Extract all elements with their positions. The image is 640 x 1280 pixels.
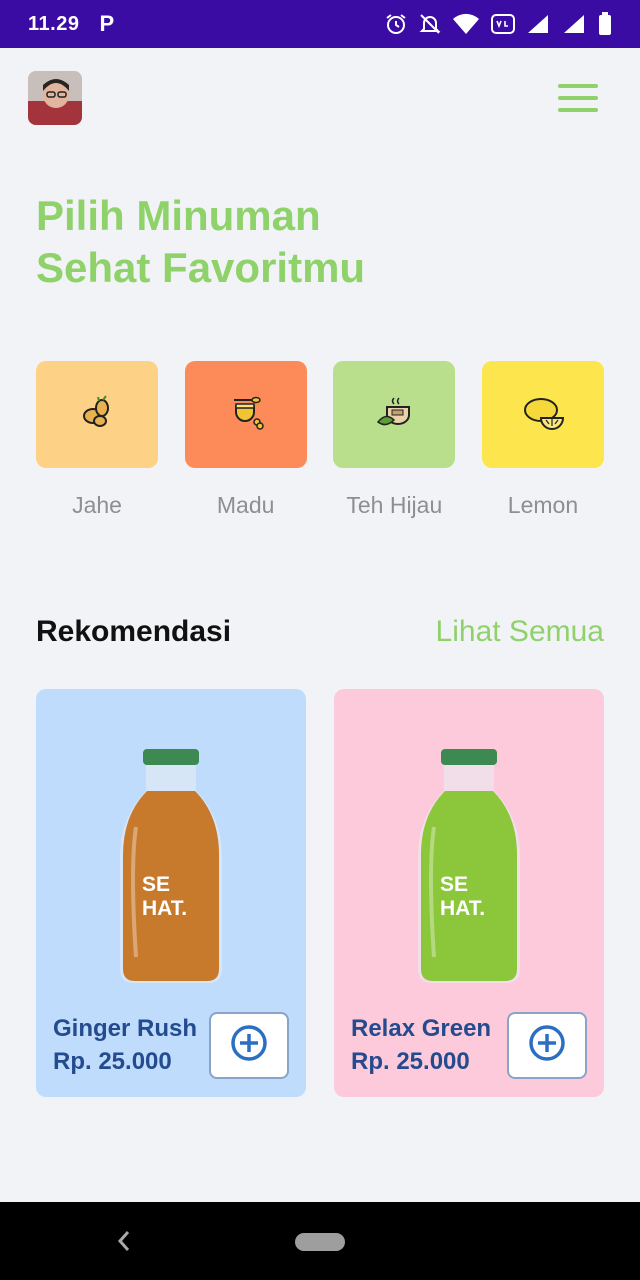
chevron-left-icon — [117, 1231, 130, 1251]
category-madu[interactable]: Madu — [184, 361, 307, 519]
bottle-brand-line-1: SE — [440, 873, 468, 896]
hamburger-menu-icon — [558, 84, 598, 88]
ginger-icon — [77, 392, 117, 437]
add-to-cart-button[interactable] — [209, 1012, 289, 1079]
product-card[interactable]: SE HAT. Ginger Rush Rp. 25.000 — [36, 689, 306, 1097]
see-all-link[interactable]: Lihat Semua — [436, 615, 604, 649]
page-title-line-2: Sehat Favoritmu — [36, 244, 366, 291]
alarm-icon — [384, 12, 408, 36]
plus-circle-icon — [230, 1024, 268, 1067]
category-tile-jahe[interactable] — [36, 361, 158, 468]
plus-circle-icon — [528, 1024, 566, 1067]
bottle-image: SE HAT. — [120, 749, 222, 983]
category-label: Teh Hijau — [346, 492, 443, 518]
menu-button[interactable] — [558, 84, 598, 112]
category-label: Jahe — [72, 492, 122, 518]
green-tea-icon — [374, 392, 414, 437]
status-bar: 11.29 P — [0, 0, 640, 48]
add-to-cart-button[interactable] — [507, 1012, 587, 1079]
home-button[interactable] — [295, 1233, 345, 1251]
product-card[interactable]: SE HAT. Relax Green Rp. 25.000 — [334, 689, 604, 1097]
back-button[interactable] — [112, 1228, 136, 1254]
product-price: Rp. 25.000 — [53, 1048, 172, 1075]
product-name: Relax Green — [351, 1015, 492, 1042]
category-list: Jahe Madu Teh Hijau Lemon — [36, 361, 604, 519]
signal-icon-2 — [562, 13, 588, 35]
category-tile-teh-hijau[interactable] — [333, 361, 456, 468]
category-lemon[interactable]: Lemon — [481, 361, 604, 519]
bottle-brand-line-1: SE — [142, 873, 170, 896]
honey-icon — [226, 392, 266, 437]
notifications-off-icon — [418, 12, 442, 36]
wifi-icon — [452, 13, 480, 35]
page-title-line-1: Pilih Minuman — [36, 192, 321, 239]
page-title: Pilih Minuman Sehat Favoritmu — [36, 190, 536, 294]
lemon-icon — [519, 392, 567, 437]
battery-icon — [598, 12, 612, 36]
parking-app-icon: P — [99, 11, 115, 36]
category-jahe[interactable]: Jahe — [36, 361, 158, 519]
bottle-brand-line-2: HAT. — [440, 897, 485, 920]
category-label: Lemon — [507, 492, 579, 518]
product-list: SE HAT. Ginger Rush Rp. 25.000 SE HAT. R… — [36, 689, 604, 1097]
category-label: Madu — [216, 492, 275, 518]
system-nav-bar — [0, 1202, 640, 1280]
signal-icon — [526, 13, 552, 35]
avatar[interactable] — [28, 71, 82, 125]
product-name: Ginger Rush — [53, 1015, 198, 1042]
category-tile-lemon[interactable] — [481, 361, 604, 468]
category-teh-hijau[interactable]: Teh Hijau — [333, 361, 456, 519]
section-title: Rekomendasi — [36, 615, 232, 648]
product-price: Rp. 25.000 — [351, 1048, 470, 1075]
bottle-image: SE HAT. — [418, 749, 520, 983]
status-time: 11.29 — [28, 12, 80, 35]
bottle-brand-line-2: HAT. — [142, 897, 187, 920]
category-tile-madu[interactable] — [184, 361, 307, 468]
volte-icon — [490, 12, 516, 36]
status-icons — [384, 12, 612, 36]
